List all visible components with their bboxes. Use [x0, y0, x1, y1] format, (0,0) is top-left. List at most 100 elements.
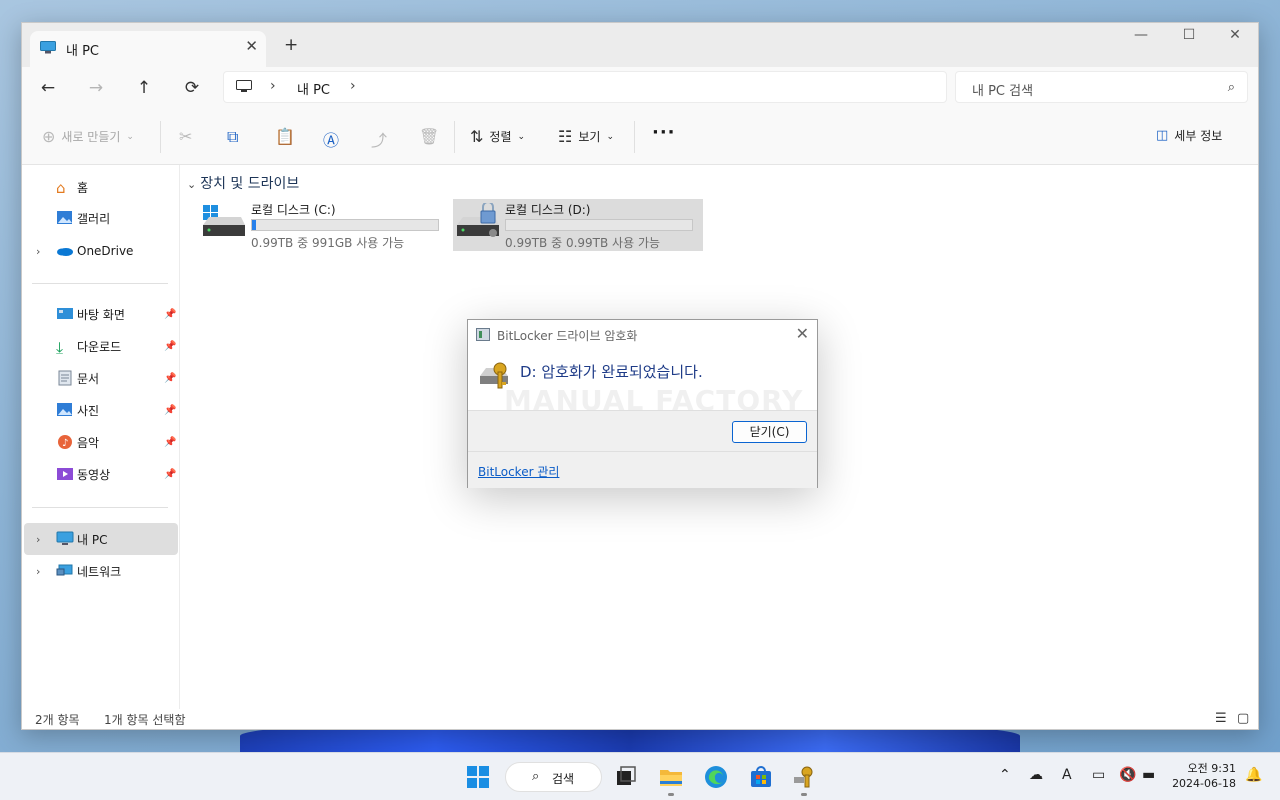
delete-button[interactable]: 🗑 — [419, 127, 439, 146]
minimize-button[interactable]: — — [1118, 27, 1164, 43]
battery-icon[interactable]: ▬ — [1142, 767, 1155, 783]
dialog-close-button[interactable]: 닫기(C) — [732, 421, 807, 443]
dialog-message: D: 암호화가 완료되었습니다. — [520, 363, 703, 381]
sidebar-item-documents[interactable]: 문서 📌 — [24, 362, 178, 394]
drive-free-space: 0.99TB 중 0.99TB 사용 가능 — [505, 236, 661, 250]
tab-title: 내 PC — [66, 44, 100, 59]
sidebar-item-videos[interactable]: 동영상 📌 — [24, 458, 178, 490]
view-button[interactable]: ☷ 보기 ⌄ — [558, 127, 614, 146]
delete-icon: 🗑 — [419, 127, 440, 146]
paste-icon: 📋 — [275, 127, 295, 146]
chevron-right-icon[interactable]: › — [36, 533, 40, 546]
download-icon: ⤓ — [56, 338, 64, 357]
bitlocker-icon[interactable] — [792, 765, 816, 789]
sidebar-item-onedrive[interactable]: › OneDrive — [24, 235, 178, 267]
onedrive-offline-icon[interactable]: ☁ — [1029, 767, 1043, 783]
tab-close-icon[interactable]: ✕ — [245, 37, 258, 55]
store-icon[interactable] — [749, 765, 773, 789]
navigation-pane: ⌂ 홈 갤러리 › OneDrive 바탕 화면 📌 ⤓ 다운로드 📌 문서 📌 — [22, 165, 180, 709]
drive-d[interactable]: 로컬 디스크 (D:) 0.99TB 중 0.99TB 사용 가능 — [453, 199, 703, 251]
paste-button[interactable]: 📋 — [275, 127, 295, 146]
new-label: 새로 만들기 — [61, 130, 121, 144]
chevron-down-icon: ⌄ — [187, 178, 197, 191]
share-button[interactable]: ⤴ — [371, 127, 387, 151]
pin-icon: 📌 — [164, 340, 177, 352]
pictures-icon — [57, 403, 72, 416]
network-status-icon[interactable]: ▭ — [1092, 767, 1105, 783]
maximize-button[interactable]: ☐ — [1166, 27, 1212, 43]
divider — [454, 121, 455, 153]
sidebar-item-music[interactable]: ♪ 음악 📌 — [24, 426, 178, 458]
chevron-down-icon: ⌄ — [517, 131, 526, 142]
refresh-button[interactable]: ⟳ — [180, 76, 204, 100]
file-explorer-icon[interactable] — [659, 765, 683, 789]
search-placeholder: 내 PC 검색 — [972, 84, 1034, 99]
sort-button[interactable]: ⇅ 정렬 ⌄ — [470, 127, 525, 146]
details-label: 세부 정보 — [1174, 129, 1223, 143]
close-icon[interactable]: ✕ — [796, 324, 809, 343]
up-button[interactable]: ↑ — [132, 76, 156, 100]
drive-name: 로컬 디스크 (C:) — [251, 203, 336, 217]
search-input[interactable]: 내 PC 검색 ⌕ — [955, 71, 1248, 103]
forward-button[interactable]: → — [84, 76, 108, 100]
search-icon: ⌕ — [1227, 80, 1235, 95]
sidebar-item-pictures[interactable]: 사진 📌 — [24, 394, 178, 426]
edge-icon[interactable] — [704, 765, 728, 789]
copy-icon: ⧉ — [227, 127, 239, 146]
manage-bitlocker-link[interactable]: BitLocker 관리 — [478, 463, 559, 480]
details-view-icon[interactable]: ☰ — [1215, 711, 1227, 726]
sidebar-item-downloads[interactable]: ⤓ 다운로드 📌 — [24, 330, 178, 362]
back-button[interactable]: ← — [36, 76, 60, 100]
drive-c[interactable]: 로컬 디스크 (C:) 0.99TB 중 991GB 사용 가능 — [199, 199, 449, 251]
details-button[interactable]: ◫ 세부 정보 — [1156, 127, 1222, 144]
documents-icon — [58, 370, 72, 386]
sidebar-item-home[interactable]: ⌂ 홈 — [24, 171, 178, 203]
svg-text:♪: ♪ — [62, 438, 68, 449]
bitlocker-icon — [476, 328, 490, 341]
running-indicator — [668, 793, 674, 796]
pin-icon: 📌 — [164, 436, 177, 448]
share-icon: ⤴ — [371, 131, 388, 150]
ime-icon[interactable]: A — [1062, 767, 1072, 783]
videos-icon — [57, 468, 73, 480]
dialog-body: D: 암호화가 완료되었습니다. MANUAL FACTORY — [468, 350, 817, 417]
divider — [32, 507, 168, 508]
music-icon: ♪ — [58, 435, 72, 449]
pin-icon: 📌 — [164, 404, 177, 416]
sidebar-item-gallery[interactable]: 갤러리 — [24, 202, 178, 234]
notification-bell-icon[interactable]: 🔔 — [1245, 767, 1262, 783]
breadcrumb-my-pc[interactable]: 내 PC — [297, 79, 330, 98]
view-icon: ☷ — [558, 127, 573, 146]
desktop-icon — [57, 308, 73, 319]
volume-icon[interactable]: 🔇 — [1119, 767, 1136, 783]
tiles-view-icon[interactable]: ▢ — [1237, 711, 1249, 726]
more-options-button[interactable]: ··· — [652, 122, 676, 143]
pin-icon: 📌 — [164, 308, 177, 320]
clock[interactable]: 오전 9:31 2024-06-18 — [1168, 761, 1236, 791]
task-view-icon[interactable] — [614, 765, 638, 789]
sidebar-item-desktop[interactable]: 바탕 화면 📌 — [24, 298, 178, 330]
gallery-icon — [57, 211, 72, 224]
chevron-right-icon[interactable]: › — [36, 245, 40, 258]
new-button[interactable]: ⊕ 새로 만들기 ⌄ — [42, 127, 134, 146]
drive-usage-bar — [505, 219, 693, 231]
clock-date: 2024-06-18 — [1172, 777, 1236, 790]
start-icon[interactable] — [466, 765, 490, 789]
sidebar-item-network[interactable]: › 네트워크 — [24, 555, 178, 587]
chevron-right-icon[interactable]: › — [270, 78, 276, 94]
group-header[interactable]: ⌄ 장치 및 드라이브 — [187, 173, 299, 193]
pin-icon: 📌 — [164, 468, 177, 480]
new-tab-button[interactable]: + — [284, 35, 298, 55]
cut-button[interactable]: ✂ — [179, 127, 192, 146]
address-bar[interactable]: › 내 PC › — [223, 71, 947, 103]
close-button[interactable]: ✕ — [1212, 27, 1258, 43]
copy-button[interactable]: ⧉ — [227, 127, 238, 147]
tab-my-pc[interactable]: 내 PC ✕ — [30, 31, 266, 67]
chevron-up-icon[interactable]: ⌃ — [999, 767, 1011, 783]
taskbar-search[interactable]: ⌕ 검색 — [505, 762, 602, 792]
rename-button[interactable]: Ⓐ — [323, 127, 339, 151]
pc-icon — [40, 41, 56, 54]
chevron-right-icon[interactable]: › — [350, 78, 356, 94]
sidebar-item-my-pc[interactable]: › 내 PC — [24, 523, 178, 555]
chevron-right-icon[interactable]: › — [36, 565, 40, 578]
